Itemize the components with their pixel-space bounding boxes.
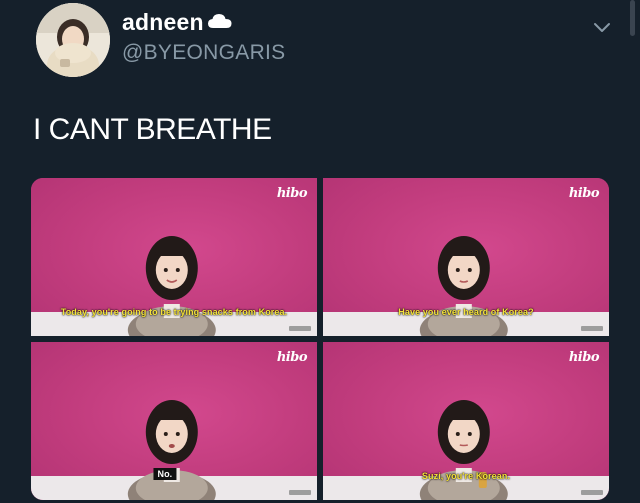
name-row[interactable]: adneen [122, 9, 233, 36]
tweet: adneen @BYEONGARIS I CANT BREATHE hibo T… [0, 0, 640, 503]
display-name[interactable]: adneen [122, 9, 204, 36]
video-subtitle: Have you ever heard of Korea? [398, 307, 534, 317]
video-subtitle: Suzi, you're Korean. [421, 471, 511, 481]
video-logo: hibo [568, 186, 600, 201]
media-image-4[interactable]: hibo Suzi, you're Korean. [323, 342, 609, 500]
video-logo: hibo [276, 350, 308, 365]
video-watermark [581, 326, 603, 331]
avatar-image [36, 3, 110, 77]
scrollbar[interactable] [630, 0, 635, 36]
user-handle[interactable]: @BYEONGARIS [122, 41, 286, 65]
child-figure [419, 236, 508, 336]
cloud-icon [207, 12, 233, 35]
media-image-1[interactable]: hibo Today, you're going to be trying sn… [31, 178, 317, 336]
video-subtitle: Today, you're going to be trying snacks … [60, 307, 288, 317]
video-subtitle: No. [153, 468, 177, 480]
video-logo: hibo [568, 350, 600, 365]
video-watermark [289, 490, 311, 495]
video-watermark [581, 490, 603, 495]
media-image-2[interactable]: hibo Have you ever heard of Korea? [323, 178, 609, 336]
video-watermark [289, 326, 311, 331]
child-figure [127, 400, 216, 500]
media-image-3[interactable]: hibo No. [31, 342, 317, 500]
child-figure [419, 400, 508, 500]
media-grid: hibo Today, you're going to be trying sn… [31, 178, 609, 500]
video-logo: hibo [276, 186, 308, 201]
tweet-text: I CANT BREATHE [33, 113, 272, 146]
child-figure [127, 236, 216, 336]
chevron-down-icon[interactable] [591, 19, 613, 35]
avatar[interactable] [36, 3, 110, 77]
